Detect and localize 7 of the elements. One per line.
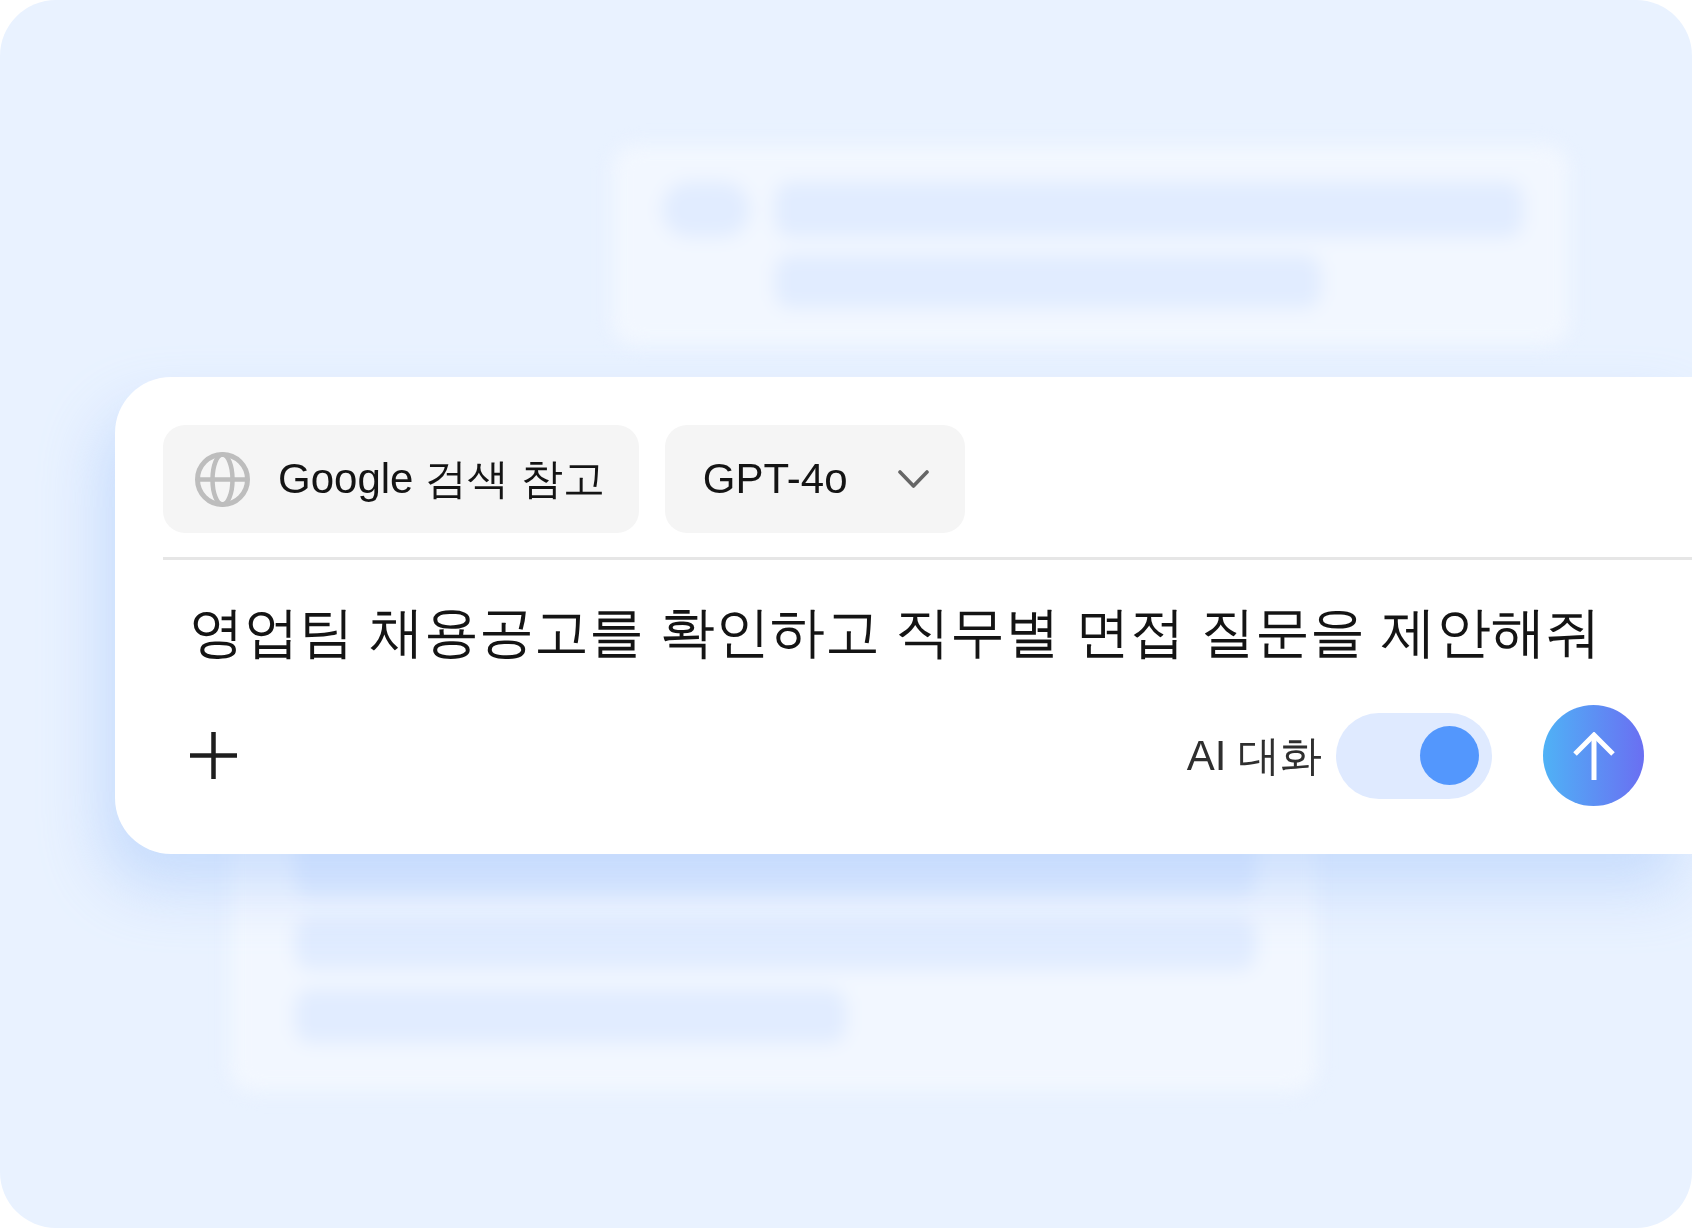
- toggle-label: AI 대화: [1186, 730, 1322, 781]
- web-search-button[interactable]: Google 검색 참고: [163, 425, 639, 533]
- chevron-down-icon: [897, 468, 929, 490]
- plus-icon[interactable]: [190, 732, 237, 779]
- globe-icon: [195, 451, 250, 507]
- model-dropdown[interactable]: GPT-4o: [664, 425, 965, 533]
- prompt-field[interactable]: 영업팀 채용공고를 확인하고 직무별 면접 질문을 제안해줘: [163, 596, 1601, 668]
